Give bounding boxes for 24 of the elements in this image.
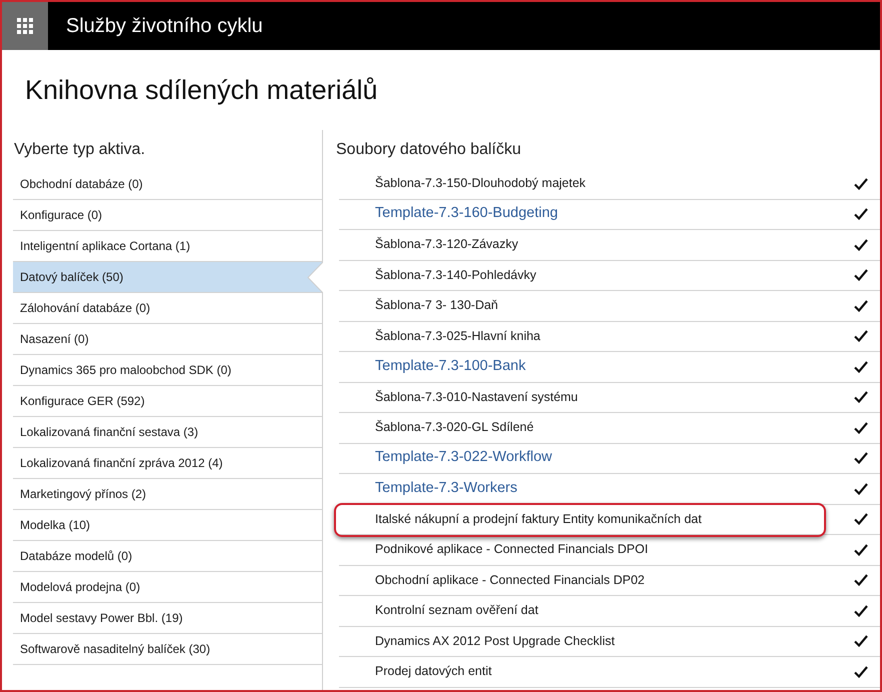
file-name: Prodej datových entit — [375, 663, 492, 680]
panel-heading: Vyberte typ aktiva. — [14, 140, 146, 160]
panel-heading: Soubory datového balíčku — [336, 140, 522, 160]
app-launcher-button[interactable] — [2, 2, 48, 50]
asset-type-item[interactable]: Datový balíček (50) — [13, 262, 322, 293]
page-title: Knihovna sdílených materiálů — [25, 74, 378, 107]
file-name: Šablona-7.3-140-Pohledávky — [375, 266, 536, 284]
file-link[interactable]: Template-7.3-Workers — [375, 478, 518, 500]
file-link[interactable]: Template-7.3-100-Bank — [375, 356, 526, 378]
file-name: Šablona-7.3-120-Závazky — [375, 236, 518, 254]
file-name: Podnikové aplikace - Connected Financials DPOI — [375, 541, 648, 558]
file-name: Šablona-7.3-025-Hlavní kniha — [375, 328, 540, 345]
file-name: Dynamics AX 2012 Post Upgrade Checklist — [375, 632, 615, 650]
app-title: Služby životního cyklu — [66, 14, 263, 39]
file-name: Obchodní aplikace - Connected Financials DP02 — [375, 572, 645, 589]
file-name: Šablona-7.3-020-GL Sdílené — [375, 419, 534, 436]
file-name: Šablona-7 3- 130-Daň — [375, 297, 498, 314]
waffle-icon — [17, 18, 33, 34]
file-name: Šablona-7.3-150-Dlouhodobý majetek — [375, 175, 586, 192]
file-name: Šablona-7.3-010-Nastavení systému — [375, 388, 578, 406]
file-link[interactable]: Template-7.3-160-Budgeting — [375, 203, 558, 226]
file-name: Italské nákupní a prodejní faktury Entity komunikačních dat — [375, 510, 702, 528]
file-link[interactable]: Template-7.3-022-Workflow — [375, 447, 552, 470]
file-name: Kontrolní seznam ověření dat — [375, 602, 538, 620]
